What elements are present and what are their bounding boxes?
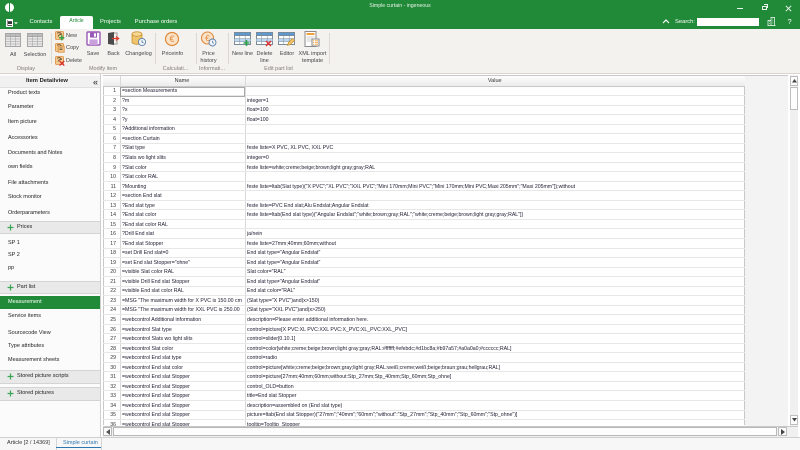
- svg-text:€: €: [169, 34, 174, 44]
